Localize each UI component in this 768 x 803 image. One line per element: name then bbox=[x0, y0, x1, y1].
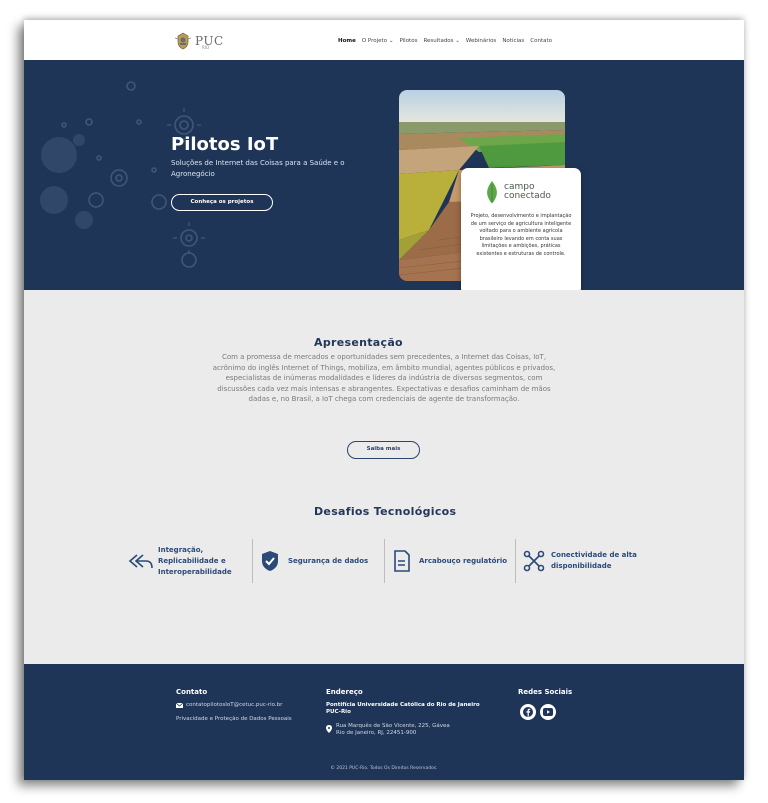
challenge-seguranca: Segurança de dados bbox=[260, 534, 380, 588]
logo-text: PUC bbox=[195, 34, 224, 48]
footer-redes-title: Redes Sociais bbox=[518, 688, 573, 696]
network-icon bbox=[523, 550, 545, 572]
copyright: © 2021 PUC-Rio. Todos Os Direitos Reserv… bbox=[330, 766, 438, 771]
nav-noticias[interactable]: Notícias bbox=[502, 38, 524, 44]
nav-webinarios[interactable]: Webinários bbox=[466, 38, 496, 44]
apresentacao-title: Apresentação bbox=[314, 336, 403, 349]
footer-address: Rua Marquês de São Vicente, 225, Gávea R… bbox=[326, 723, 450, 737]
nav-contato[interactable]: Contato bbox=[530, 38, 552, 44]
address-line: Rio de Janeiro, RJ, 22451-900 bbox=[336, 730, 417, 736]
footer-email[interactable]: contatopilotosIoT@cetuc.puc-rio.br bbox=[176, 702, 282, 709]
site-header: PUC RIO Home O Projeto ⌄ Pilotos Resulta… bbox=[24, 20, 744, 60]
card-description: Projeto, desenvolvimento e implantação d… bbox=[470, 213, 572, 257]
divider bbox=[252, 539, 253, 583]
campo-conectado-logo: campo conectado bbox=[484, 180, 551, 204]
youtube-button[interactable] bbox=[540, 704, 556, 720]
logo-subtext: RIO bbox=[202, 45, 210, 50]
hero-title: Pilotos IoT bbox=[171, 134, 279, 155]
puc-rio-logo[interactable]: PUC RIO bbox=[174, 31, 224, 51]
page-frame: PUC RIO Home O Projeto ⌄ Pilotos Resulta… bbox=[24, 20, 744, 780]
challenge-arcabouco: Arcabouço regulatório bbox=[393, 534, 515, 588]
document-icon bbox=[394, 550, 410, 572]
main-nav: Home O Projeto ⌄ Pilotos Resultados ⌄ We… bbox=[338, 38, 552, 44]
envelope-icon bbox=[176, 703, 183, 708]
nav-o-projeto[interactable]: O Projeto ⌄ bbox=[362, 38, 394, 44]
nav-pilotos[interactable]: Pilotos bbox=[399, 38, 417, 44]
hero-subtitle: Soluções de Internet das Coisas para a S… bbox=[171, 159, 345, 178]
apresentacao-text: Com a promessa de mercados e oportunidad… bbox=[212, 353, 556, 404]
privacy-link[interactable]: Privacidade e Proteção de Dados Pessoais bbox=[176, 716, 292, 723]
campo-conectado-card: campo conectado Projeto, desenvolvimento… bbox=[461, 168, 581, 290]
footer-endereco-title: Endereço bbox=[326, 688, 363, 696]
email-link[interactable]: contatopilotosIoT@cetuc.puc-rio.br bbox=[186, 702, 282, 709]
challenge-integracao: Integração, Replicabilidade e Interopera… bbox=[128, 534, 250, 588]
challenge-label: Arcabouço regulatório bbox=[419, 556, 508, 565]
map-pin-icon bbox=[326, 725, 332, 733]
content-section: Apresentação Com a promessa de mercados … bbox=[24, 290, 744, 664]
nav-resultados[interactable]: Resultados ⌄ bbox=[423, 38, 459, 44]
divider bbox=[384, 539, 385, 583]
crest-icon bbox=[174, 32, 192, 50]
footer-org: Pontifícia Universidade Católica do Rio … bbox=[326, 702, 480, 715]
leaf-icon bbox=[487, 181, 497, 203]
address-line: Rua Marquês de São Vicente, 225, Gávea bbox=[336, 723, 450, 729]
challenge-label: Conectividade de alta disponibilidade bbox=[551, 551, 637, 570]
site-footer: Contato contatopilotosIoT@cetuc.puc-rio.… bbox=[24, 664, 744, 780]
nav-home[interactable]: Home bbox=[338, 38, 356, 44]
shield-check-icon bbox=[262, 551, 278, 571]
desafios-title: Desafios Tecnológicos bbox=[314, 505, 457, 518]
footer-contato-title: Contato bbox=[176, 688, 208, 696]
conheca-projetos-button[interactable]: Conheça os projetos bbox=[171, 194, 273, 211]
facebook-icon bbox=[523, 707, 533, 717]
brand-line-conectado: conectado bbox=[504, 191, 551, 201]
challenge-label: Integração, Replicabilidade e Interopera… bbox=[158, 545, 232, 576]
youtube-icon bbox=[543, 708, 553, 716]
facebook-button[interactable] bbox=[520, 704, 536, 720]
challenge-label: Segurança de dados bbox=[288, 556, 369, 565]
challenge-conectividade: Conectividade de alta disponibilidade bbox=[523, 534, 653, 588]
reply-all-icon bbox=[128, 554, 153, 569]
hero-section: Pilotos IoT Soluções de Internet das Coi… bbox=[24, 60, 744, 290]
divider bbox=[515, 539, 516, 583]
saiba-mais-button[interactable]: Saiba mais bbox=[347, 441, 420, 459]
